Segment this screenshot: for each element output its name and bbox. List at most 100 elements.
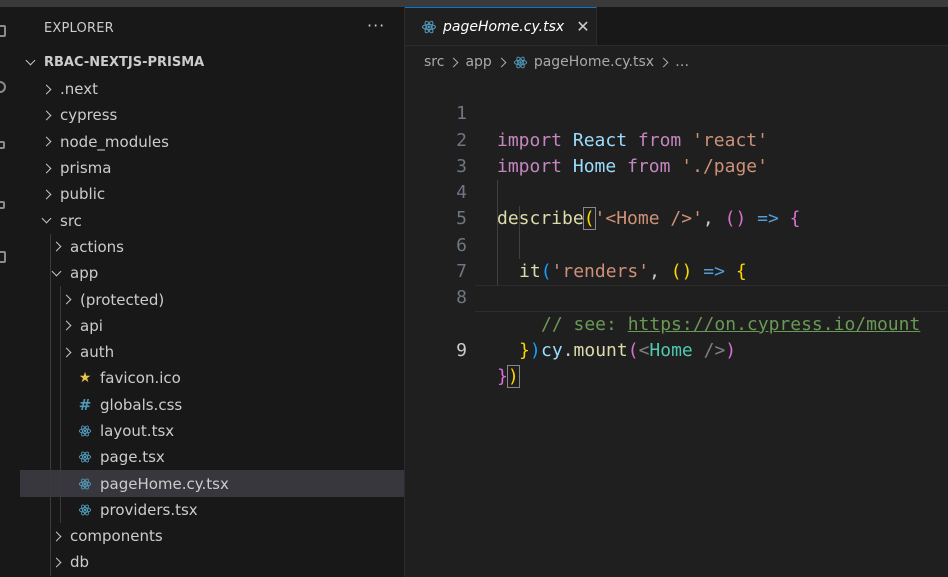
react-icon (78, 503, 92, 517)
workspace-root[interactable]: RBAC-NEXTJS-PRISMA (26, 51, 204, 73)
line-number: 9 (456, 339, 467, 361)
more-actions-button[interactable]: ··· (367, 16, 385, 35)
code-line: 6 // see: https://on.cypress.io/mount (405, 206, 948, 335)
tree-item-label: pageHome.cy.tsx (100, 474, 229, 493)
tree-indent-guide (50, 233, 51, 261)
chevron-down-icon (42, 216, 51, 225)
tab-label: pageHome.cy.tsx (443, 18, 565, 35)
tree-item-label: .next (60, 80, 98, 99)
file-item[interactable]: pageHome.cy.tsx (20, 470, 404, 497)
chevron-down-icon (26, 58, 35, 67)
react-icon (513, 56, 527, 68)
folder-item[interactable]: app (20, 260, 404, 287)
folder-item[interactable]: api (20, 312, 404, 339)
file-tree: .next cypress node_modulesprisma public src a… (20, 76, 404, 576)
extensions-icon[interactable] (0, 251, 6, 263)
breadcrumb-more[interactable]: … (675, 54, 689, 70)
file-item[interactable]: layout.tsx (20, 417, 404, 445)
tree-item-label: src (60, 211, 82, 230)
chevron-right-icon (62, 348, 71, 357)
tree-item-label: auth (80, 343, 115, 362)
chevron-right-icon (496, 57, 507, 67)
code-line: 8 }) (405, 259, 948, 361)
folder-item[interactable]: components (20, 523, 404, 550)
chevron-right-icon (42, 111, 51, 120)
tree-indent-guide (50, 260, 51, 287)
tree-item-label: cypress (60, 106, 118, 125)
tree-indent-guide (60, 391, 61, 418)
close-icon[interactable]: ✕ (576, 17, 589, 36)
tree-indent-guide (60, 444, 61, 471)
identifier: cy (541, 339, 563, 361)
chevron-right-icon (449, 57, 459, 67)
folder-item[interactable]: cypress (20, 102, 404, 128)
files-icon[interactable] (0, 25, 6, 37)
folder-item[interactable]: (protected) (20, 286, 404, 313)
tree-indent-guide (60, 365, 61, 392)
source-control-icon[interactable] (0, 141, 5, 149)
folder-item[interactable]: node_modules (20, 129, 404, 155)
tree-item-label: layout.tsx (100, 422, 175, 440)
breadcrumb: src app pageHome.cy.tsx … (424, 52, 689, 72)
punctuation: . (562, 339, 574, 361)
code-line: 2 import Home from './page' (405, 101, 948, 177)
tree-item-label: (protected) (80, 290, 165, 309)
tree-indent-guide (60, 496, 61, 524)
comment: // see: (541, 313, 628, 335)
explorer-sidebar: EXPLORER ··· RBAC-NEXTJS-PRISMA .next cyp… (20, 7, 405, 577)
folder-item[interactable]: actions (20, 233, 404, 261)
search-icon[interactable] (0, 81, 6, 93)
star-icon: ★ (78, 370, 92, 387)
code-line-current: 9 }) (405, 285, 948, 389)
chevron-right-icon (52, 242, 61, 251)
jsx-bracket: /> (692, 339, 726, 361)
bracket: ) (725, 339, 737, 361)
breadcrumb-src[interactable]: src (424, 54, 444, 70)
run-debug-icon[interactable] (0, 201, 5, 209)
jsx-tag: Home (649, 339, 693, 361)
folder-item[interactable]: prisma (20, 155, 404, 181)
file-item[interactable]: # globals.css (20, 391, 404, 418)
comment-link[interactable]: https://on.cypress.io/mount (628, 314, 921, 335)
folder-item[interactable]: public (20, 181, 404, 207)
react-icon (78, 477, 92, 491)
hash-icon: # (78, 395, 92, 414)
code-editor[interactable]: 1 import React from 'react' 2 import Hom… (405, 75, 948, 389)
tree-item-label: page.tsx (100, 448, 165, 467)
tree-indent-guide (50, 444, 51, 471)
indent-guide (497, 232, 498, 260)
tree-item-label: globals.css (100, 395, 183, 414)
folder-item[interactable]: src (20, 207, 404, 233)
react-icon (78, 450, 92, 464)
folder-item[interactable]: auth (20, 338, 404, 366)
function-name: mount (573, 339, 628, 361)
indent-guide (497, 180, 498, 207)
indent-guide (519, 206, 520, 233)
code-line: 7 cy.mount(<Home />) (405, 232, 948, 361)
file-item[interactable]: providers.tsx (20, 496, 404, 524)
chevron-right-icon (62, 321, 71, 330)
indent-guide (519, 232, 520, 260)
bracket: ) (529, 339, 541, 361)
tree-item-label: components (70, 527, 163, 546)
folder-item[interactable]: db (20, 549, 404, 576)
file-item[interactable]: ★ favicon.ico (20, 365, 404, 392)
tree-item-label: node_modules (60, 132, 169, 151)
tab-pagehome[interactable]: pageHome.cy.tsx ✕ (405, 7, 597, 45)
tree-indent-guide (50, 496, 51, 524)
tree-indent-guide (50, 417, 51, 445)
tree-item-label: api (80, 316, 103, 335)
tree-indent-guide (50, 338, 51, 366)
file-item[interactable]: page.tsx (20, 444, 404, 471)
chevron-down-icon (52, 269, 61, 278)
folder-item[interactable]: .next (20, 76, 404, 102)
explorer-title: EXPLORER (44, 21, 114, 36)
indent-guide (497, 259, 498, 286)
chevron-right-icon (658, 57, 669, 67)
tree-item-label: actions (70, 237, 124, 256)
code-line: 3 (405, 128, 948, 177)
breadcrumb-app[interactable]: app (465, 54, 491, 70)
react-icon (422, 20, 436, 33)
chevron-right-icon (42, 164, 51, 173)
breadcrumb-file[interactable]: pageHome.cy.tsx (534, 54, 654, 70)
